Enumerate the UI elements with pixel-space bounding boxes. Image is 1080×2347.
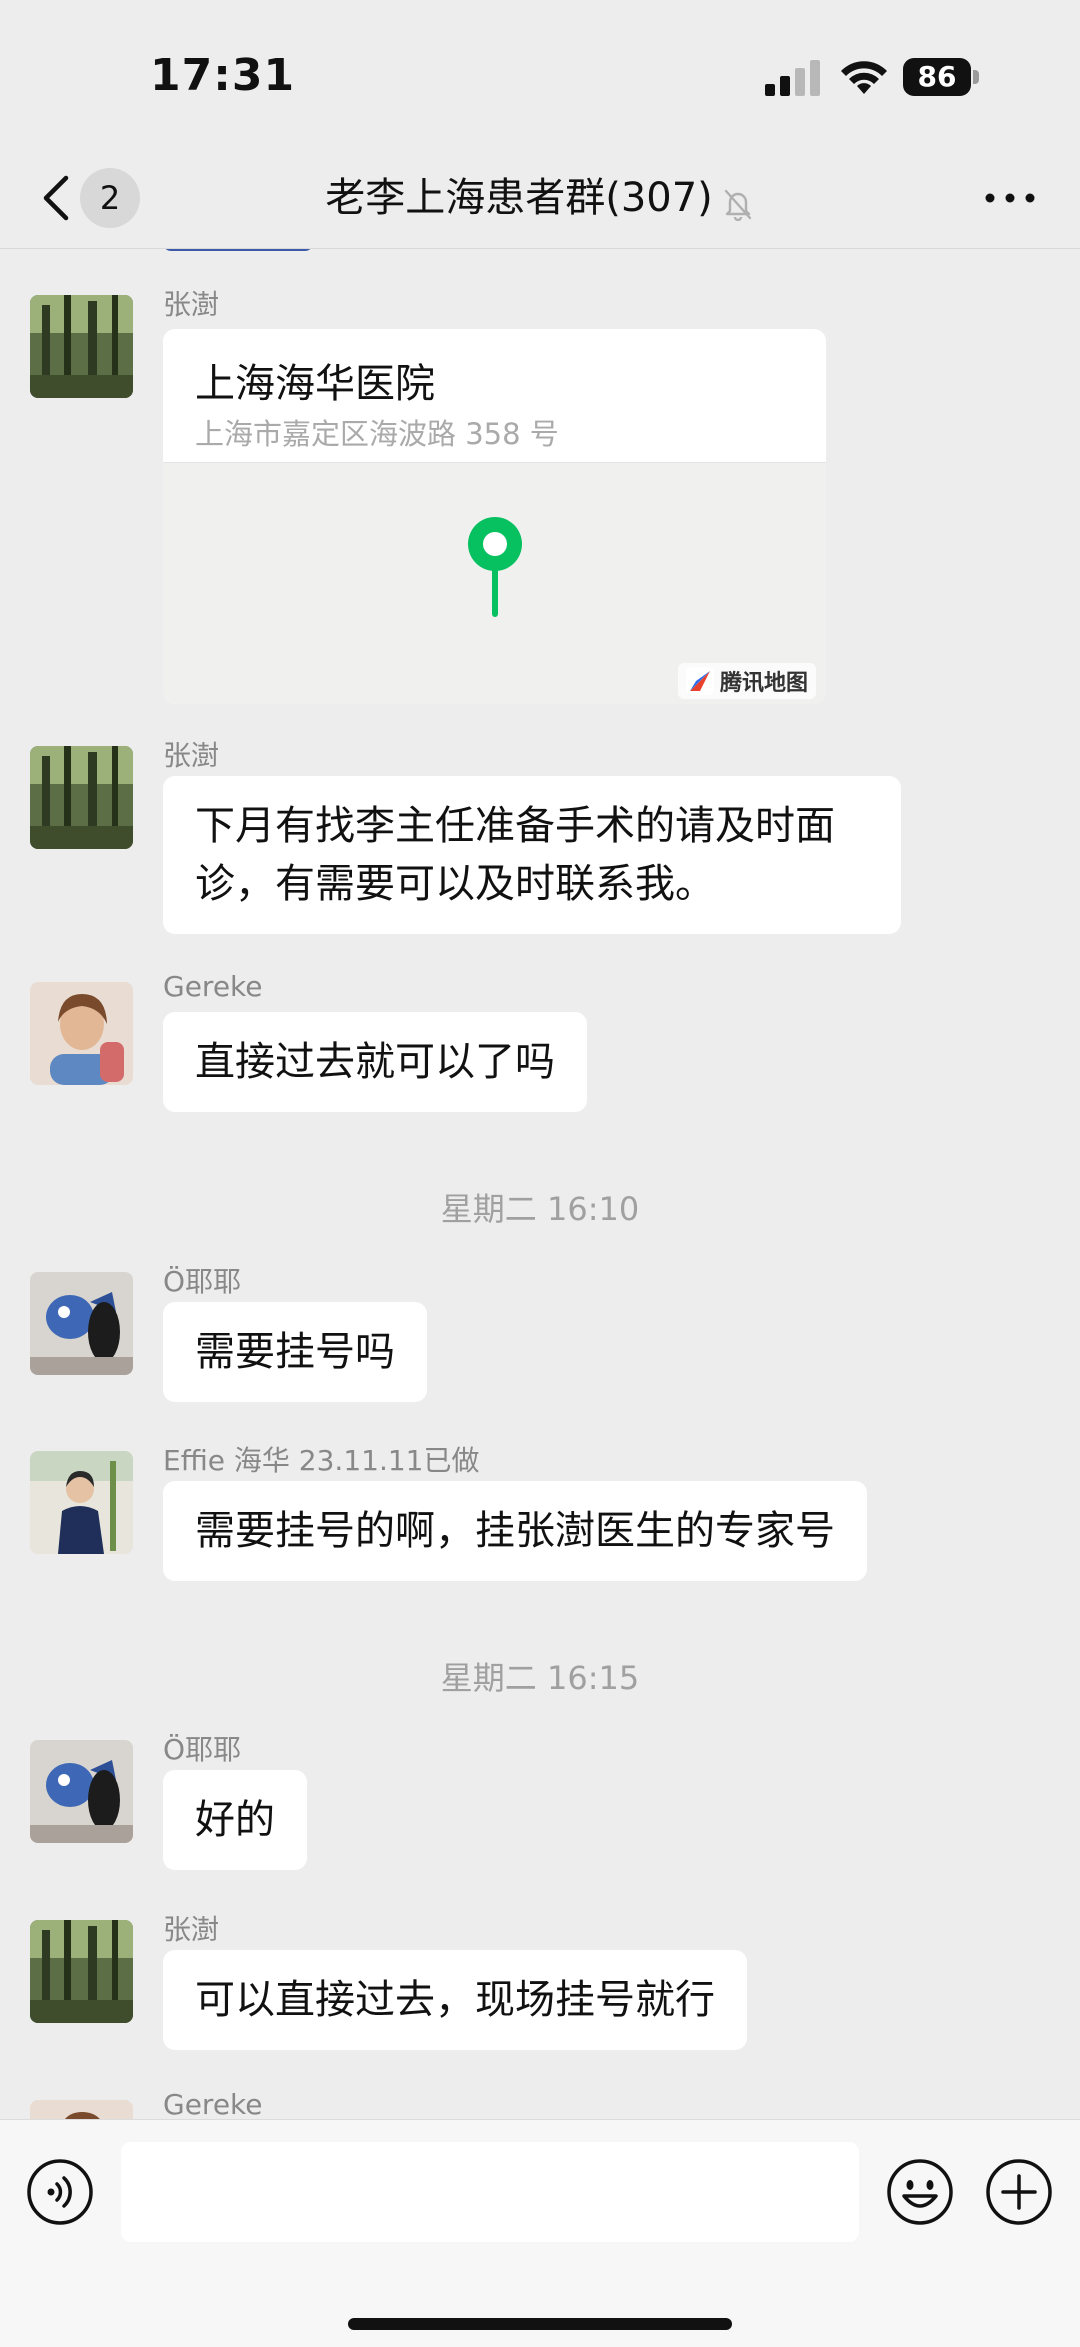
sender-name: 张澍 — [163, 739, 220, 772]
time-divider: 星期二 16:10 — [440, 1190, 640, 1228]
map-pin-icon — [468, 517, 522, 617]
nav-bar: 2 老李上海患者群(307) — [0, 150, 1080, 249]
location-map[interactable]: 腾讯地图 — [163, 462, 826, 704]
avatar-gereke[interactable] — [30, 2100, 133, 2119]
sender-name: Gereke — [163, 2088, 263, 2119]
voice-input-icon[interactable] — [26, 2158, 94, 2226]
tencent-map-logo-icon — [685, 667, 714, 695]
avatar-oyeye[interactable] — [30, 1740, 133, 1843]
message-text: 直接过去就可以了吗 — [195, 1039, 555, 1085]
battery-cap — [973, 70, 979, 84]
message-text: 好的 — [195, 1797, 275, 1843]
avatar-zhangshu[interactable] — [30, 295, 133, 398]
message-bubble[interactable]: 直接过去就可以了吗 — [163, 1012, 587, 1112]
status-bar: 17:31 86 — [0, 0, 1080, 150]
message-text: 需要挂号吗 — [195, 1329, 395, 1375]
chat-screen: 17:31 86 2 老李上海患者群(307) 张澍 上海海华医院 上海市嘉定区… — [0, 0, 1080, 2347]
sender-name: 张澍 — [163, 1913, 220, 1946]
sender-name: Ö耶耶 — [163, 1733, 242, 1766]
plus-icon[interactable] — [985, 2158, 1053, 2226]
sender-name: Effie 海华 23.11.11已做 — [163, 1444, 480, 1477]
message-bubble[interactable]: 好的 — [163, 1770, 307, 1870]
map-brand-text: 腾讯地图 — [719, 671, 808, 696]
message-text: 可以直接过去，现场挂号就行 — [195, 1977, 715, 2023]
muted-bell-icon — [724, 189, 751, 221]
sender-name: Ö耶耶 — [163, 1265, 242, 1298]
nav-title-wrap: 老李上海患者群(307) — [0, 168, 1080, 228]
message-text-line: 诊，有需要可以及时联系我。 — [195, 861, 715, 907]
avatar-zhangshu[interactable] — [30, 1920, 133, 2023]
emoji-icon[interactable] — [886, 2158, 954, 2226]
time-divider: 星期二 16:15 — [440, 1659, 640, 1697]
location-address: 上海市嘉定区海波路 358 号 — [195, 417, 559, 451]
avatar-zhangshu[interactable] — [30, 746, 133, 849]
chat-title: 老李上海患者群(307) — [325, 175, 713, 221]
message-input[interactable] — [121, 2142, 859, 2242]
status-time: 17:31 — [150, 50, 296, 101]
message-bubble[interactable]: 下月有找李主任准备手术的请及时面 诊，有需要可以及时联系我。 — [163, 776, 901, 934]
location-name: 上海海华医院 — [195, 361, 435, 407]
battery-level: 86 — [903, 58, 971, 96]
cellular-signal-icon — [765, 60, 820, 96]
location-card[interactable]: 上海海华医院 上海市嘉定区海波路 358 号 腾讯地图 — [163, 329, 826, 704]
chat-message-list[interactable]: 张澍 上海海华医院 上海市嘉定区海波路 358 号 腾讯地图 张澍 下月有找李主… — [0, 249, 1080, 2119]
message-bubble[interactable]: 需要挂号吗 — [163, 1302, 427, 1402]
message-bubble[interactable]: 需要挂号的啊，挂张澍医生的专家号 — [163, 1481, 867, 1581]
input-bar — [0, 2119, 1080, 2347]
avatar-effie[interactable] — [30, 1451, 133, 1554]
avatar-oyeye[interactable] — [30, 1272, 133, 1375]
more-options-icon[interactable] — [980, 188, 1040, 208]
previous-message-edge — [163, 249, 313, 251]
sender-name: 张澍 — [163, 288, 220, 321]
message-bubble[interactable]: 可以直接过去，现场挂号就行 — [163, 1950, 747, 2050]
wifi-icon — [841, 61, 887, 94]
battery-indicator: 86 — [903, 58, 979, 96]
message-text-line: 下月有找李主任准备手术的请及时面 — [195, 803, 835, 849]
home-indicator[interactable] — [348, 2318, 732, 2330]
map-brand: 腾讯地图 — [677, 663, 816, 699]
message-text: 需要挂号的啊，挂张澍医生的专家号 — [195, 1508, 835, 1554]
sender-name: Gereke — [163, 970, 263, 1003]
avatar-gereke[interactable] — [30, 982, 133, 1085]
